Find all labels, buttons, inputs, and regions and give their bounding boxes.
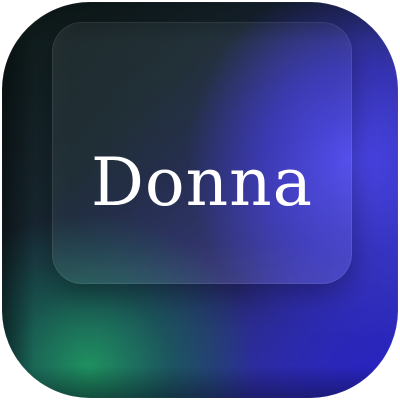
app-icon[interactable]: Donna [2,2,398,398]
wordmark-logo: Donna [90,144,313,221]
